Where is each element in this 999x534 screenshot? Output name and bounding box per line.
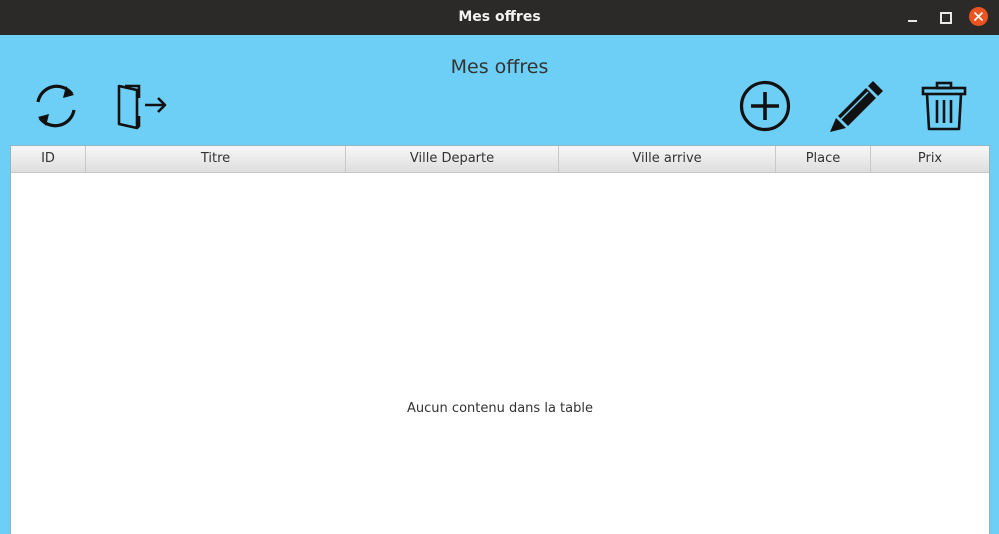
column-header-ville-arrive[interactable]: Ville arrive <box>559 146 776 172</box>
column-header-id[interactable]: ID <box>11 146 86 172</box>
maximize-button[interactable] <box>936 8 954 26</box>
refresh-button[interactable] <box>30 80 82 132</box>
logout-icon <box>117 84 167 130</box>
table-header: ID Titre Ville Departe Ville arrive Plac… <box>11 146 989 173</box>
window-titlebar: Mes offres <box>0 0 999 35</box>
column-header-ville-departe[interactable]: Ville Departe <box>346 146 559 172</box>
edit-pencil-icon <box>830 81 883 132</box>
column-header-place[interactable]: Place <box>776 146 871 172</box>
trash-icon <box>921 81 967 131</box>
empty-table-message: Aucun contenu dans la table <box>407 401 593 416</box>
page-title: Mes offres <box>450 56 549 78</box>
add-button[interactable] <box>739 80 791 132</box>
delete-button[interactable] <box>920 80 968 132</box>
close-button[interactable] <box>969 7 988 26</box>
minimize-button[interactable] <box>904 8 922 26</box>
column-header-prix[interactable]: Prix <box>871 146 989 172</box>
edit-button[interactable] <box>826 80 884 134</box>
offers-table[interactable]: ID Titre Ville Departe Ville arrive Plac… <box>10 145 990 534</box>
add-circle-icon <box>739 80 791 132</box>
window-title: Mes offres <box>458 9 541 25</box>
logout-button[interactable] <box>115 82 167 132</box>
column-header-titre[interactable]: Titre <box>86 146 346 172</box>
close-icon <box>974 12 983 21</box>
refresh-icon <box>36 84 76 128</box>
